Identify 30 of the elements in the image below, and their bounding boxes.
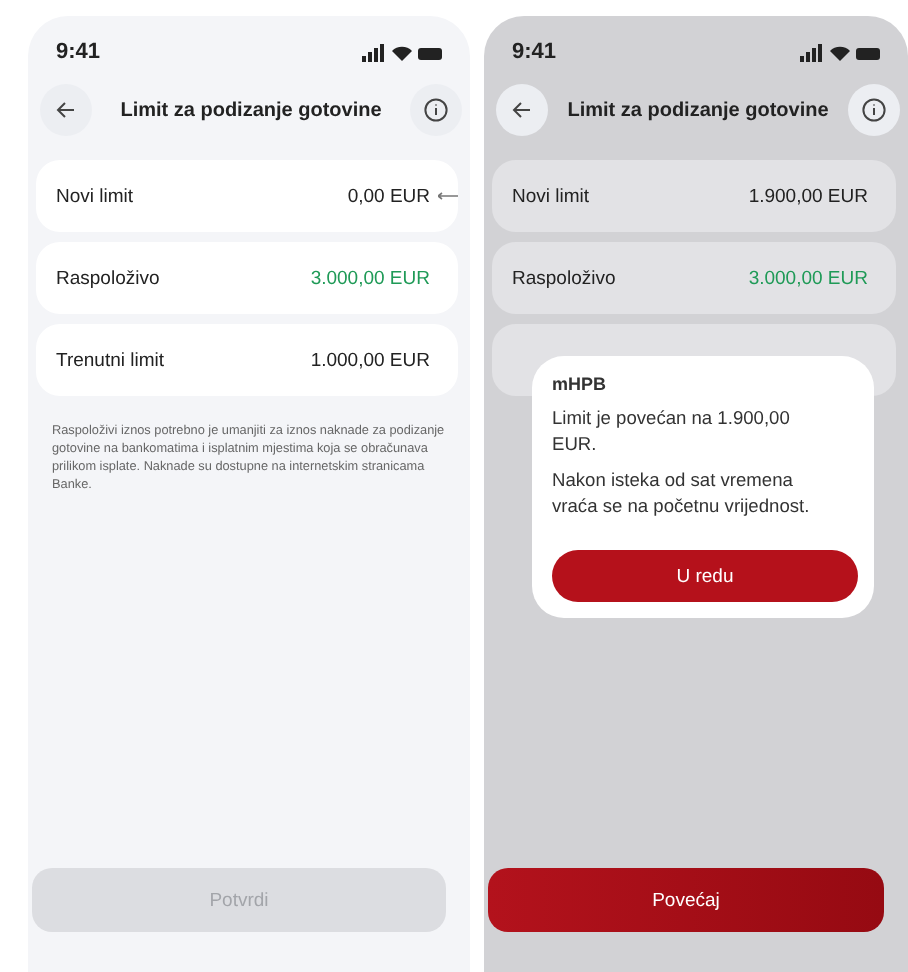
info-icon (862, 98, 886, 122)
row-value: 1.000,00 EUR (310, 349, 430, 371)
info-button[interactable] (410, 84, 462, 136)
back-arrow-icon (56, 100, 76, 120)
row-value: 3.000,00 EUR (748, 267, 868, 289)
info-icon (424, 98, 448, 122)
row-label: Raspoloživo (512, 267, 616, 289)
row-value: 1.900,00 EUR (748, 185, 868, 207)
row-value: 3.000,00 EUR (310, 267, 430, 289)
row-label: Raspoloživo (56, 267, 160, 289)
pointer-arrow-icon (438, 192, 458, 200)
info-button[interactable] (848, 84, 900, 136)
dialog-message: Limit je povećan na 1.900,00 EUR. (552, 406, 792, 457)
status-time: 9:41 (512, 40, 557, 64)
status-icons (800, 43, 880, 61)
row-value: 0,00 EUR (347, 185, 430, 207)
dialog-detail: Nakon isteka od sat vremena vraća se na početnu vrijednost. (552, 468, 812, 519)
screen-title: Limit za podizanje gotovine (120, 99, 382, 121)
status-icons (362, 43, 442, 61)
dialog-title: mHPB (552, 374, 609, 394)
row-label: Novi limit (56, 185, 134, 207)
screen-title: Limit za podizanje gotovine (567, 99, 829, 121)
row-label: Novi limit (512, 185, 590, 207)
row-label: Trenutni limit (56, 349, 165, 371)
status-time: 9:41 (56, 40, 101, 64)
back-button[interactable] (40, 84, 92, 136)
confirm-button[interactable]: Povećaj (488, 868, 884, 932)
back-button[interactable] (496, 84, 548, 136)
ok-button[interactable]: U redu (552, 550, 858, 603)
back-arrow-icon (512, 100, 532, 120)
